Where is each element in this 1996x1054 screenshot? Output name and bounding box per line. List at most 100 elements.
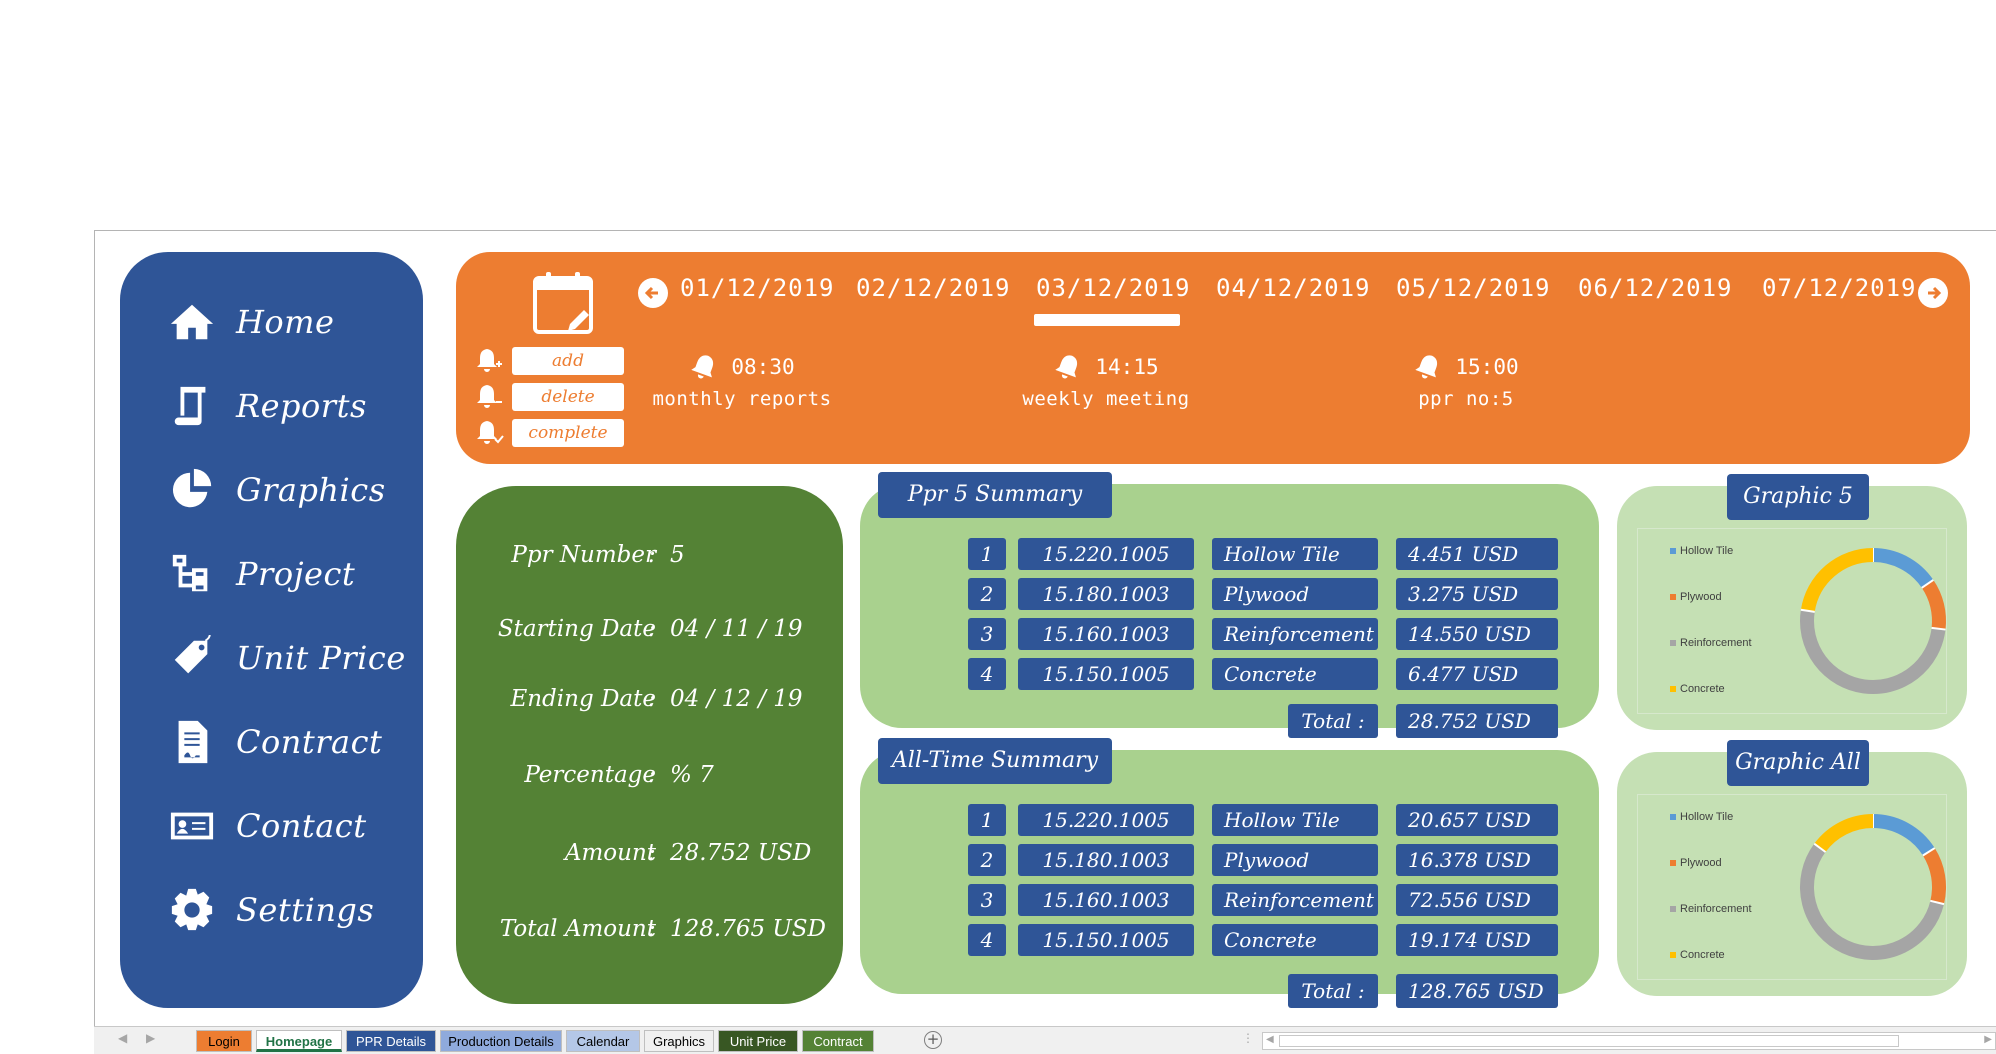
date-4[interactable]: 04/12/2019: [1216, 274, 1371, 302]
ending-date-label: Ending Date: [510, 686, 656, 712]
graphic-5-donut: [1800, 548, 1946, 694]
sheet-tab-login[interactable]: Login: [196, 1030, 252, 1052]
tab-scroll-left-icon[interactable]: ◀: [118, 1031, 127, 1045]
legend-concrete: Concrete: [1670, 683, 1725, 695]
add-sheet-button[interactable]: +: [924, 1031, 942, 1049]
row-number: 4: [968, 658, 1006, 690]
graphic-all-title: Graphic All: [1727, 740, 1869, 786]
amount-cell: 19.174 USD: [1396, 924, 1558, 956]
nav-project[interactable]: Project: [166, 544, 355, 604]
event-3[interactable]: 15:00 ppr no:5: [1366, 352, 1566, 410]
item-code: 15.220.1005: [1018, 804, 1194, 836]
delete-button[interactable]: delete: [512, 383, 624, 411]
sheet-tab-production-details[interactable]: Production Details: [440, 1030, 562, 1052]
event-1-time: 08:30: [731, 355, 795, 379]
donut-slice-concrete[interactable]: [1814, 814, 1874, 853]
tab-scroll-right-icon[interactable]: ▶: [146, 1031, 155, 1045]
add-button[interactable]: add: [512, 347, 624, 375]
amount-label: Amount: [564, 840, 656, 866]
nav-home-label: Home: [236, 303, 335, 341]
scrollbar-thumb[interactable]: [1279, 1035, 1899, 1047]
nav-project-label: Project: [236, 555, 356, 593]
total-label: Total :: [1288, 704, 1378, 738]
ppr-number-label: Ppr Number: [511, 542, 656, 568]
prev-date-button[interactable]: [638, 278, 668, 308]
complete-button[interactable]: complete: [512, 419, 624, 447]
legend-plywood: Plywood: [1670, 857, 1722, 869]
nav-settings[interactable]: Settings: [166, 880, 374, 940]
row-number: 3: [968, 618, 1006, 650]
sheet-tab-calendar[interactable]: Calendar: [566, 1030, 640, 1052]
bell-icon: [1055, 355, 1078, 379]
nav-contact[interactable]: Contact: [166, 796, 367, 856]
horizontal-scrollbar[interactable]: ◀ ▶: [1262, 1032, 1996, 1050]
donut-slice-concrete[interactable]: [1800, 548, 1874, 613]
nav-unit-price[interactable]: Unit Price: [166, 628, 406, 688]
scroll-right-icon[interactable]: ▶: [1984, 1034, 1992, 1045]
donut-slice-reinforcement[interactable]: [1800, 843, 1944, 960]
starting-date-value: 04 / 11 / 19: [670, 616, 803, 642]
row-number: 2: [968, 844, 1006, 876]
donut-slice-reinforcement[interactable]: [1800, 609, 1946, 694]
graphic-5-chart-area[interactable]: Hollow Tile Plywood Reinforcement Concre…: [1637, 528, 1947, 714]
next-date-button[interactable]: [1918, 278, 1948, 308]
nav-reports[interactable]: Reports: [166, 376, 367, 436]
date-6[interactable]: 06/12/2019: [1578, 274, 1733, 302]
total-amount-value: 128.765 USD: [670, 916, 827, 942]
sheet-tab-unit-price[interactable]: Unit Price: [718, 1030, 798, 1052]
row-number: 1: [968, 804, 1006, 836]
date-7[interactable]: 07/12/2019: [1762, 274, 1917, 302]
date-5[interactable]: 05/12/2019: [1396, 274, 1551, 302]
nav-home[interactable]: Home: [166, 292, 334, 352]
total-label: Total :: [1288, 974, 1378, 1008]
donut-slice-plywood[interactable]: [1922, 848, 1946, 905]
row-number: 2: [968, 578, 1006, 610]
bell-complete-icon: [477, 421, 504, 444]
ppr-details-panel: Ppr Number: 5 Starting Date: 04 / 11 / 1…: [456, 486, 843, 1004]
scroll-left-icon[interactable]: ◀: [1266, 1034, 1274, 1045]
date-1[interactable]: 01/12/2019: [680, 274, 835, 302]
sheet-tab-graphics[interactable]: Graphics: [644, 1030, 714, 1052]
amount-row: Amount: 28.752 USD: [564, 840, 812, 866]
delete-reminder-row: delete: [474, 382, 624, 412]
legend-hollow-tile: Hollow Tile: [1670, 811, 1733, 823]
nav-graphics[interactable]: Graphics: [166, 460, 386, 520]
item-code: 15.160.1003: [1018, 618, 1194, 650]
sheet-tab-contract[interactable]: Contract: [802, 1030, 874, 1052]
pie-chart-icon: [166, 464, 218, 516]
starting-date-row: Starting Date: 04 / 11 / 19: [497, 616, 803, 642]
date-2[interactable]: 02/12/2019: [856, 274, 1011, 302]
sheet-tab-homepage[interactable]: Homepage: [256, 1030, 342, 1052]
donut-slice-plywood[interactable]: [1921, 579, 1946, 630]
amount-cell: 3.275 USD: [1396, 578, 1558, 610]
row-number: 3: [968, 884, 1006, 916]
selected-date-indicator: [1034, 314, 1180, 326]
percentage-value: % 7: [670, 762, 714, 788]
calendar-icon[interactable]: [532, 270, 596, 336]
ending-date-value: 04 / 12 / 19: [670, 686, 803, 712]
material-name: Plywood: [1212, 578, 1378, 610]
amount-cell: 6.477 USD: [1396, 658, 1558, 690]
sheet-options-icon[interactable]: ⋮: [1242, 1031, 1254, 1045]
legend-plywood: Plywood: [1670, 591, 1722, 603]
calendar-bar: add delete complete 01/12/2019 02/12/201…: [456, 252, 1970, 464]
donut-slice-hollow-tile[interactable]: [1872, 814, 1935, 856]
donut-slice-hollow-tile[interactable]: [1872, 548, 1934, 589]
amount-cell: 20.657 USD: [1396, 804, 1558, 836]
item-code: 15.150.1005: [1018, 658, 1194, 690]
event-1-name: monthly reports: [652, 388, 832, 410]
nav-contract-label: Contract: [236, 723, 383, 761]
nav-contract[interactable]: Contract: [166, 712, 382, 772]
total-value: 28.752 USD: [1396, 704, 1558, 738]
event-1[interactable]: 08:30 monthly reports: [642, 352, 842, 410]
event-2[interactable]: 14:15 weekly meeting: [1006, 352, 1206, 410]
ending-date-row: Ending Date: 04 / 12 / 19: [510, 686, 803, 712]
graphic-all-chart-area[interactable]: Hollow Tile Plywood Reinforcement Concre…: [1637, 794, 1947, 980]
legend-reinforcement: Reinforcement: [1670, 903, 1752, 915]
date-3-selected[interactable]: 03/12/2019: [1036, 274, 1191, 302]
arrow-right-icon: [1928, 286, 1942, 300]
amount-cell: 16.378 USD: [1396, 844, 1558, 876]
sheet-tab-ppr-details[interactable]: PPR Details: [346, 1030, 436, 1052]
gear-icon: [166, 884, 218, 936]
item-code: 15.180.1003: [1018, 844, 1194, 876]
